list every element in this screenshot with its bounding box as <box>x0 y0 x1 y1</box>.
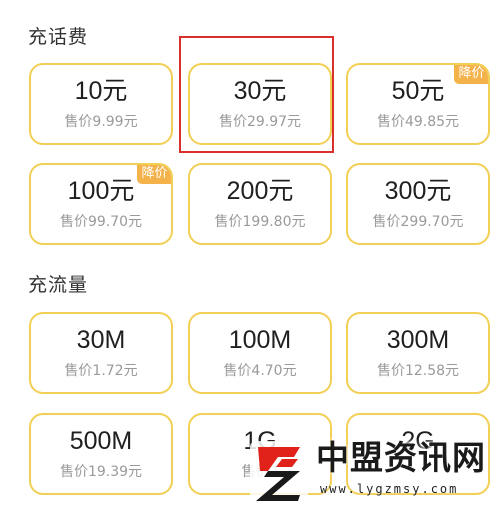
recharge-option-200[interactable]: 200元 售价199.80元 <box>188 163 332 245</box>
option-amount: 300元 <box>384 177 452 205</box>
data-option-2g[interactable]: 2G <box>346 413 490 495</box>
option-amount: 300M <box>386 326 450 354</box>
option-amount: 500M <box>69 427 133 455</box>
data-option-100m[interactable]: 100M 售价4.70元 <box>188 312 332 394</box>
option-price: 售价9.99元 <box>64 114 138 130</box>
option-price: 售价1.72元 <box>64 363 138 379</box>
data-option-500m[interactable]: 500M 售价19.39元 <box>29 413 173 495</box>
option-price: 售价4.70元 <box>223 363 297 379</box>
option-price: 售价99.70元 <box>59 214 143 230</box>
recharge-option-50[interactable]: 50元 售价49.85元 降价 <box>346 63 490 145</box>
data-option-30m[interactable]: 30M 售价1.72元 <box>29 312 173 394</box>
recharge-option-100[interactable]: 100元 售价99.70元 降价 <box>29 163 173 245</box>
price-drop-badge: 降价 <box>137 165 171 184</box>
recharge-option-10[interactable]: 10元 售价9.99元 <box>29 63 173 145</box>
option-price: 售价29.97元 <box>218 114 302 130</box>
data-option-300m[interactable]: 300M 售价12.58元 <box>346 312 490 394</box>
option-amount: 2G <box>401 427 435 455</box>
option-amount: 1G <box>243 427 277 455</box>
option-amount: 200元 <box>226 177 294 205</box>
option-price: 售价2 <box>241 464 279 480</box>
recharge-option-300[interactable]: 300元 售价299.70元 <box>346 163 490 245</box>
data-section-title: 充流量 <box>28 274 89 296</box>
option-amount: 30元 <box>233 77 287 105</box>
option-price: 售价12.58元 <box>376 363 460 379</box>
recharge-section-title: 充话费 <box>28 26 89 48</box>
option-price: 售价199.80元 <box>214 214 306 230</box>
option-price: 售价19.39元 <box>59 464 143 480</box>
option-price: 售价299.70元 <box>372 214 464 230</box>
option-amount: 100M <box>228 326 292 354</box>
recharge-option-30[interactable]: 30元 售价29.97元 <box>188 63 332 145</box>
option-price: 售价49.85元 <box>376 114 460 130</box>
option-amount: 10元 <box>74 77 128 105</box>
option-amount: 30M <box>76 326 126 354</box>
price-drop-badge: 降价 <box>454 65 488 84</box>
data-option-1g[interactable]: 1G 售价2 <box>188 413 332 495</box>
